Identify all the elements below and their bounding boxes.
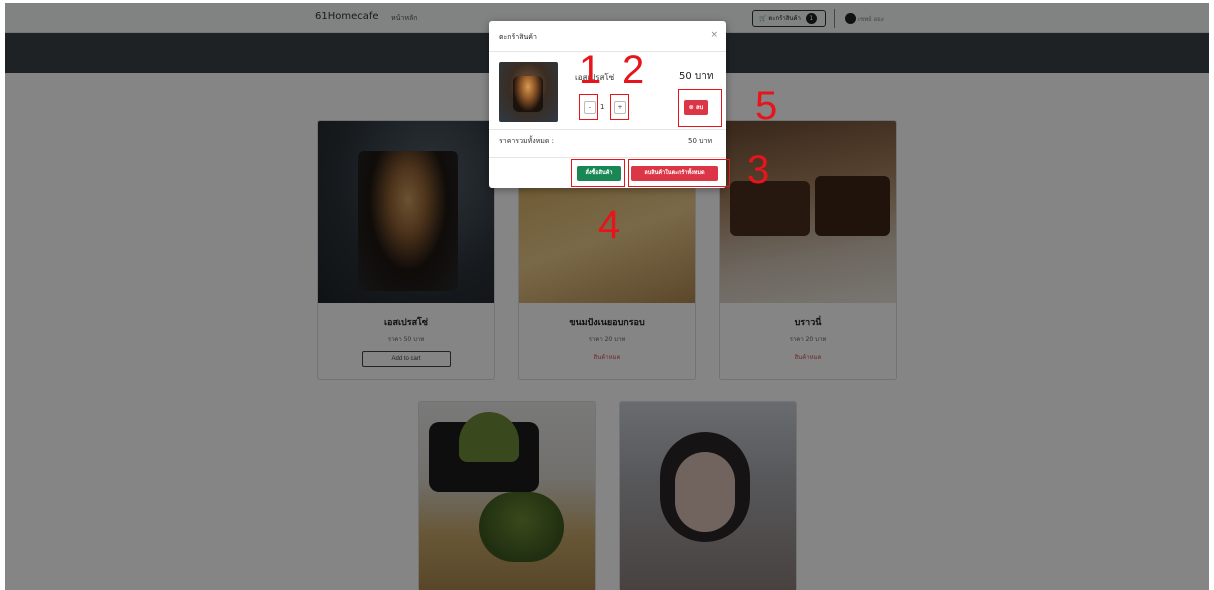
divider — [489, 129, 726, 130]
app-frame: 61Homecafe หน้าหลัก 🛒 ตะกร้าสินค้า 1 เชพ… — [5, 3, 1209, 590]
annotation-box-4 — [571, 159, 625, 187]
annotation-box-5 — [678, 89, 722, 127]
divider — [489, 51, 726, 52]
annotation-number-2: 2 — [622, 48, 645, 92]
annotation-box-2 — [610, 94, 629, 120]
qty-value: 1 — [600, 103, 605, 111]
total-value: 50 บาท — [688, 137, 713, 145]
annotation-number-5: 5 — [755, 84, 778, 128]
modal-title: ตะกร้าสินค้า — [499, 33, 537, 41]
total-label: ราคารวมทั้งหมด : — [499, 137, 554, 145]
annotation-number-3: 3 — [747, 148, 770, 192]
annotation-box-1 — [579, 94, 598, 120]
annotation-number-4: 4 — [598, 203, 621, 247]
annotation-box-3 — [628, 159, 730, 187]
cart-item-thumbnail — [499, 62, 558, 122]
divider — [489, 157, 726, 158]
cart-item-price: 50 บาท — [679, 71, 714, 82]
annotation-number-1: 1 — [579, 48, 602, 92]
close-icon[interactable]: × — [710, 30, 718, 40]
